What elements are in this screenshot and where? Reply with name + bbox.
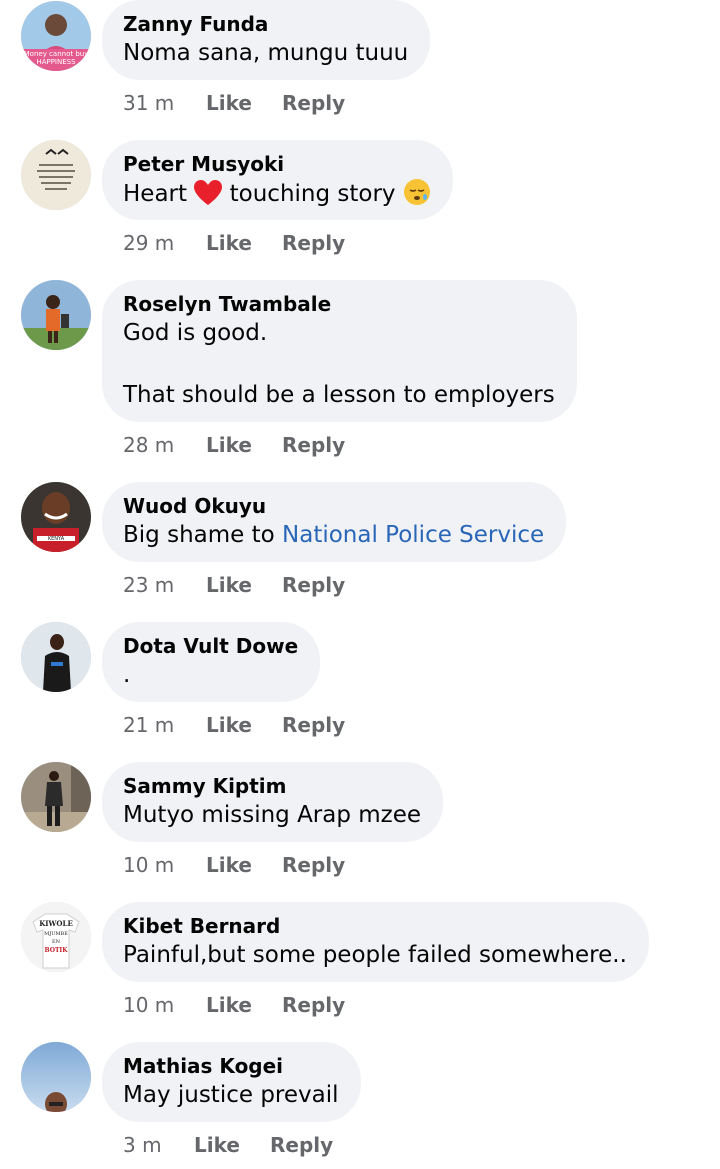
commenter-name[interactable]: Kibet Bernard <box>123 914 627 938</box>
comment-time[interactable]: 21 m <box>123 713 206 737</box>
svg-text:EN: EN <box>52 939 61 945</box>
comment-text: Mutyo missing Arap mzee <box>123 802 422 828</box>
like-button[interactable]: Like <box>194 1133 270 1157</box>
svg-text:BOTIK: BOTIK <box>45 947 69 954</box>
reply-button[interactable]: Reply <box>282 993 345 1017</box>
comment-text: Heart touching story <box>123 178 431 210</box>
avatar[interactable]: KIWOLE MJUMBE EN BOTIK <box>21 902 91 972</box>
comment-time[interactable]: 23 m <box>123 573 206 597</box>
comment-actions: 23 m Like Reply <box>123 573 345 597</box>
comment-bubble: Dota Vult Dowe . <box>102 622 321 702</box>
svg-text:KENYA: KENYA <box>48 536 65 542</box>
commenter-name[interactable]: Sammy Kiptim <box>123 774 421 798</box>
avatar[interactable] <box>21 280 91 350</box>
comment-text-part: Big shame to <box>123 522 283 548</box>
comment-text-line: That should be a lesson to employers <box>123 382 555 408</box>
comment-time[interactable]: 10 m <box>123 993 206 1017</box>
comment-actions: 10 m Like Reply <box>123 993 345 1017</box>
comment-text: Painful,but some people failed somewhere… <box>123 942 627 968</box>
comment-bubble: Sammy Kiptim Mutyo missing Arap mzee <box>102 762 444 842</box>
comment-text-line: God is good. <box>123 320 268 346</box>
comment-bubble: Kibet Bernard Painful,but some people fa… <box>102 902 649 982</box>
comment-text: . <box>123 662 131 688</box>
comment-bubble: Wuod Okuyu Big shame to National Police … <box>102 482 567 562</box>
svg-text:Money cannot buy: Money cannot buy <box>24 50 89 58</box>
comment-time[interactable]: 10 m <box>123 853 206 877</box>
comment-text: Big shame to National Police Service <box>123 520 544 551</box>
comment-time[interactable]: 28 m <box>123 433 206 457</box>
avatar[interactable] <box>21 1042 91 1112</box>
comment-actions: 10 m Like Reply <box>123 853 345 877</box>
comment-actions: 31 m Like Reply <box>123 91 345 115</box>
like-button[interactable]: Like <box>206 853 282 877</box>
like-button[interactable]: Like <box>206 713 282 737</box>
comment-actions: 21 m Like Reply <box>123 713 345 737</box>
comment-bubble: Mathias Kogei May justice prevail <box>102 1042 361 1122</box>
commenter-name[interactable]: Dota Vult Dowe <box>123 634 298 658</box>
svg-text:HAPPINESS: HAPPINESS <box>36 58 76 66</box>
comment-actions: 29 m Like Reply <box>123 231 345 255</box>
svg-text:MJUMBE: MJUMBE <box>44 931 68 937</box>
sleepy-face-icon <box>403 179 430 205</box>
avatar[interactable] <box>21 140 91 210</box>
avatar[interactable] <box>21 762 91 832</box>
svg-text:KIWOLE: KIWOLE <box>39 919 73 928</box>
comment-text: God is good. That should be a lesson to … <box>123 318 555 411</box>
comment-time[interactable]: 3 m <box>123 1133 194 1157</box>
commenter-name[interactable]: Peter Musyoki <box>123 152 431 176</box>
tagged-page-link[interactable]: National Police Service <box>282 522 544 548</box>
red-heart-icon <box>194 180 223 205</box>
commenter-name[interactable]: Zanny Funda <box>123 12 408 36</box>
reply-button[interactable]: Reply <box>282 231 345 255</box>
avatar[interactable] <box>21 622 91 692</box>
avatar[interactable]: Money cannot buy HAPPINESS <box>21 1 91 71</box>
like-button[interactable]: Like <box>206 433 282 457</box>
comment-bubble: Roselyn Twambale God is good. That shoul… <box>102 280 577 422</box>
reply-button[interactable]: Reply <box>282 91 345 115</box>
commenter-name[interactable]: Roselyn Twambale <box>123 292 555 316</box>
comment-text: May justice prevail <box>123 1082 339 1108</box>
like-button[interactable]: Like <box>206 573 282 597</box>
comment-actions: 3 m Like Reply <box>123 1133 333 1157</box>
commenter-name[interactable]: Mathias Kogei <box>123 1054 339 1078</box>
commenter-name[interactable]: Wuod Okuyu <box>123 494 544 518</box>
reply-button[interactable]: Reply <box>282 713 345 737</box>
comment-actions: 28 m Like Reply <box>123 433 345 457</box>
comment-bubble: Peter Musyoki Heart touching story <box>102 140 453 220</box>
reply-button[interactable]: Reply <box>282 433 345 457</box>
comment-time[interactable]: 29 m <box>123 231 206 255</box>
comment-time[interactable]: 31 m <box>123 91 206 115</box>
comment-text-part: touching story <box>229 181 396 207</box>
like-button[interactable]: Like <box>206 993 282 1017</box>
comment-text: Noma sana, mungu tuuu <box>123 40 409 66</box>
comment-bubble: Zanny Funda Noma sana, mungu tuuu <box>102 0 431 80</box>
reply-button[interactable]: Reply <box>282 573 345 597</box>
reply-button[interactable]: Reply <box>270 1133 333 1157</box>
like-button[interactable]: Like <box>206 231 282 255</box>
avatar[interactable]: KENYA <box>21 482 91 552</box>
like-button[interactable]: Like <box>206 91 282 115</box>
reply-button[interactable]: Reply <box>282 853 345 877</box>
comment-text-part: Heart <box>123 181 188 207</box>
